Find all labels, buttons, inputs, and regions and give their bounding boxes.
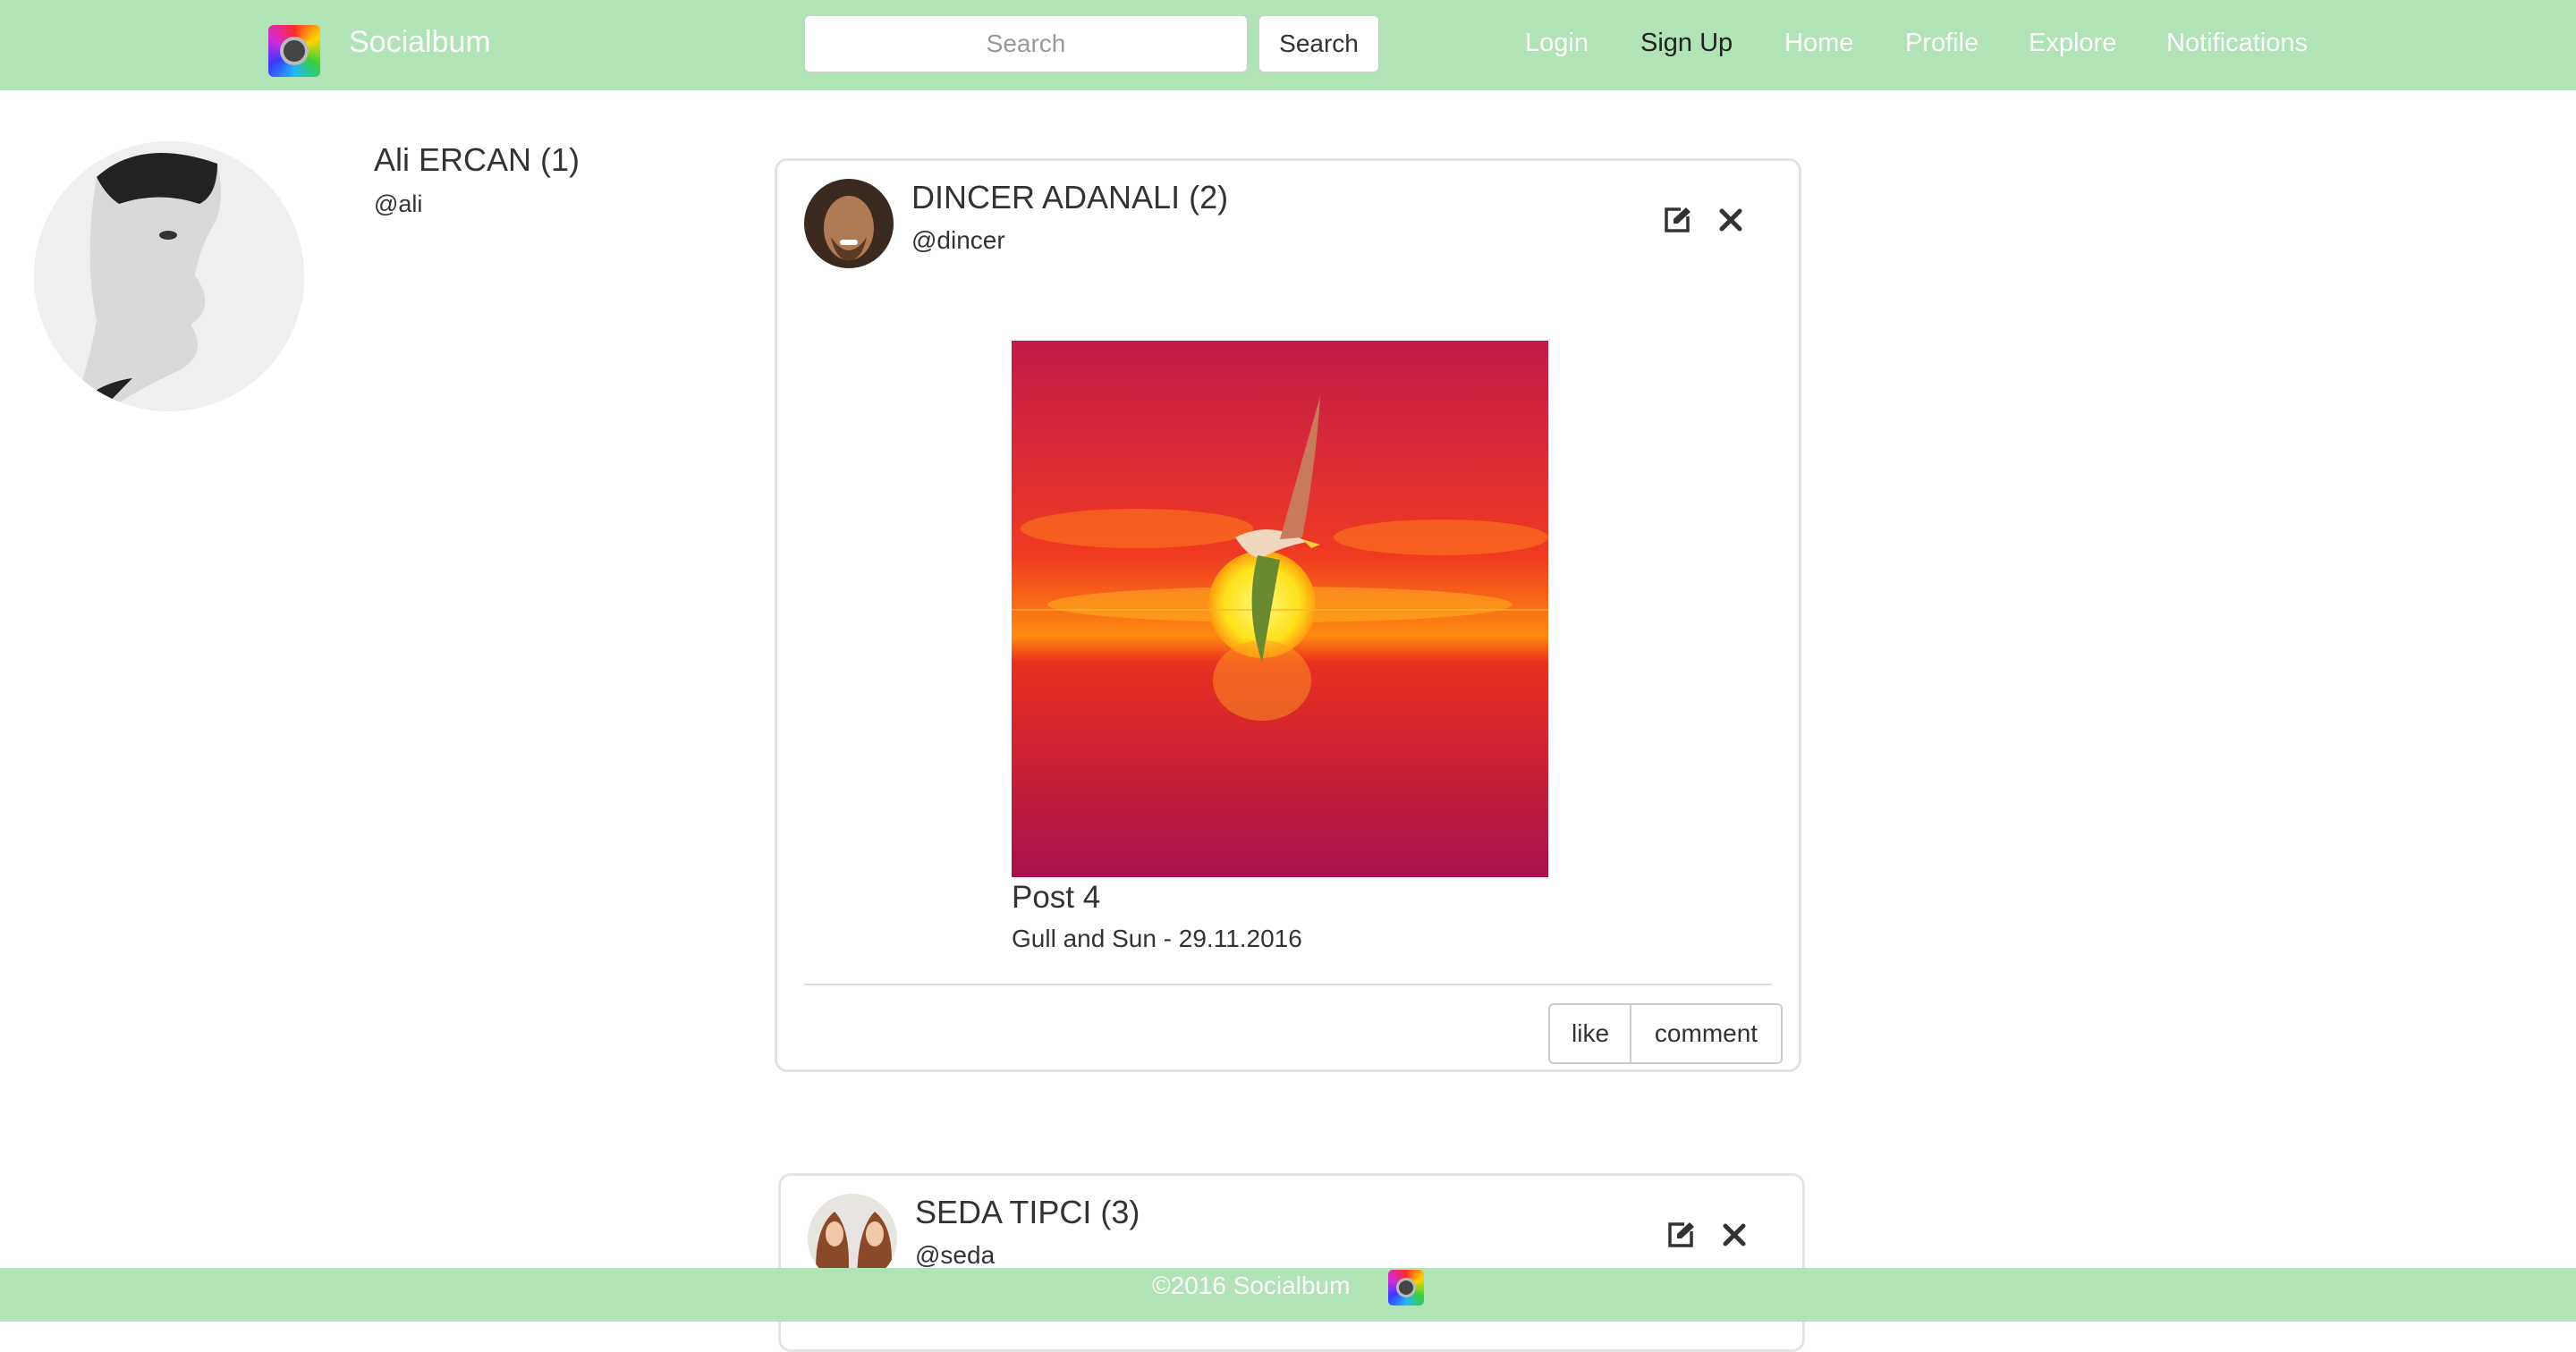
post-author-name[interactable]: DINCER ADANALI (2) <box>911 179 1228 216</box>
footer-logo <box>1388 1270 1424 1306</box>
post-author-name[interactable]: SEDA TIPCI (3) <box>915 1194 1140 1231</box>
search-button[interactable]: Search <box>1258 15 1379 72</box>
edit-icon[interactable] <box>1661 204 1693 236</box>
nav-explore[interactable]: Explore <box>2029 29 2116 58</box>
profile-avatar <box>34 141 304 411</box>
nav-profile[interactable]: Profile <box>1905 29 1979 58</box>
nav-home[interactable]: Home <box>1784 29 1853 58</box>
profile-name: Ali ERCAN (1) <box>374 141 580 178</box>
profile-handle: @ali <box>374 190 423 217</box>
edit-icon[interactable] <box>1665 1219 1697 1251</box>
post-author-handle: @seda <box>915 1241 996 1269</box>
post-actions: like comment <box>1548 1003 1783 1064</box>
search-input[interactable] <box>804 15 1248 72</box>
post-author-handle: @dincer <box>911 226 1005 254</box>
post-title: Post 4 <box>1012 880 1101 915</box>
like-button[interactable]: like <box>1548 1003 1631 1064</box>
author-avatar[interactable] <box>804 179 894 268</box>
close-icon[interactable] <box>1718 1219 1750 1251</box>
nav-notifications[interactable]: Notifications <box>2166 29 2308 58</box>
divider <box>804 984 1772 985</box>
comment-button[interactable]: comment <box>1631 1003 1783 1064</box>
close-icon[interactable] <box>1715 204 1747 236</box>
socialbum-logo[interactable] <box>268 25 320 77</box>
post-caption: Gull and Sun - 29.11.2016 <box>1012 925 1302 952</box>
nav-login[interactable]: Login <box>1525 29 1589 58</box>
footer-copyright: ©2016 Socialbum <box>1152 1272 1351 1299</box>
brand-name[interactable]: Socialbum <box>349 25 491 60</box>
nav-sign-up[interactable]: Sign Up <box>1640 29 1733 58</box>
post-card: DINCER ADANALI (2) @dincer Post 4 Gull a… <box>775 158 1801 1072</box>
post-card: SEDA TIPCI (3) @seda <box>778 1173 1805 1352</box>
post-image[interactable] <box>1012 341 1548 877</box>
